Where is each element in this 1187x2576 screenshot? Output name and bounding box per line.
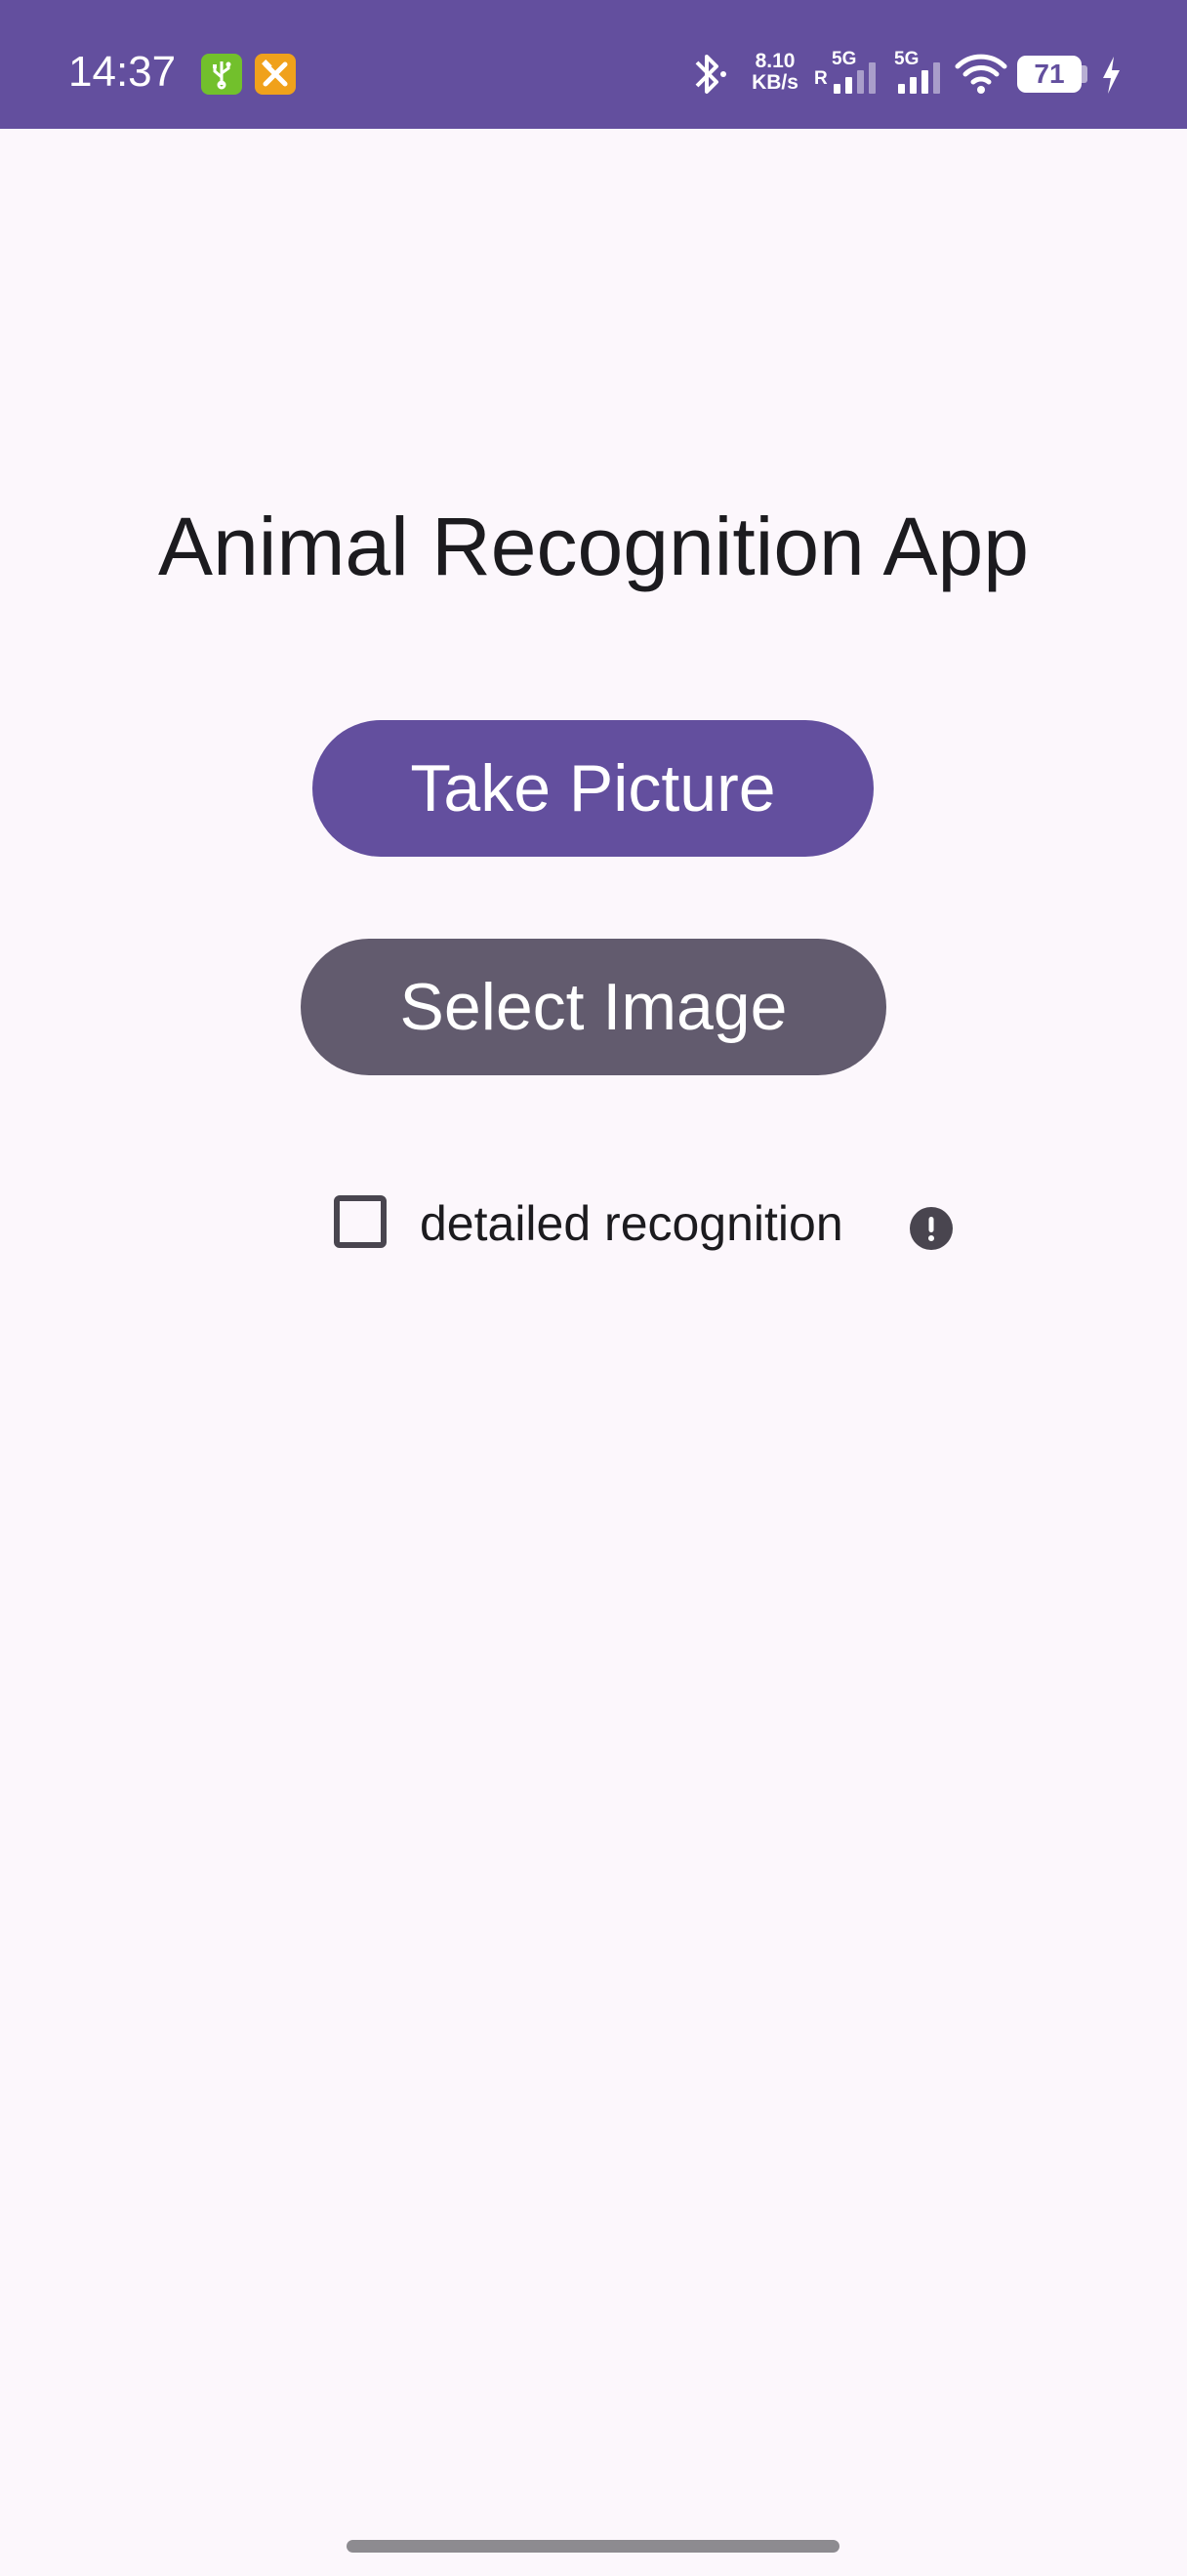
- net-speed-value: 8.10: [755, 50, 796, 72]
- battery-cap: [1082, 65, 1087, 83]
- info-alert-icon[interactable]: [909, 1206, 954, 1251]
- status-time: 14:37: [68, 48, 177, 96]
- battery-icon: 71: [1017, 56, 1082, 93]
- sim1-roaming-label: R: [814, 68, 828, 89]
- take-picture-button[interactable]: Take Picture: [312, 720, 874, 857]
- status-bar: 14:37 8.10 KB/s 5G R 5G 71: [0, 0, 1187, 129]
- home-indicator[interactable]: [347, 2540, 839, 2553]
- tools-icon: [255, 54, 296, 95]
- usb-debug-icon: [201, 54, 242, 95]
- net-speed-unit: KB/s: [752, 71, 798, 94]
- signal-sim2-icon: [896, 60, 951, 100]
- page-title: Animal Recognition App: [158, 501, 1029, 592]
- charging-bolt-icon: [1099, 55, 1123, 100]
- wifi-icon: [955, 53, 1007, 100]
- detailed-recognition-label[interactable]: detailed recognition: [420, 1194, 843, 1253]
- battery-level: 71: [1034, 59, 1065, 89]
- select-image-button[interactable]: Select Image: [301, 939, 886, 1075]
- signal-sim1-icon: [832, 60, 886, 100]
- detailed-recognition-checkbox[interactable]: [334, 1195, 387, 1248]
- bluetooth-icon: [685, 49, 728, 103]
- net-speed-indicator: 8.10 KB/s: [746, 51, 804, 94]
